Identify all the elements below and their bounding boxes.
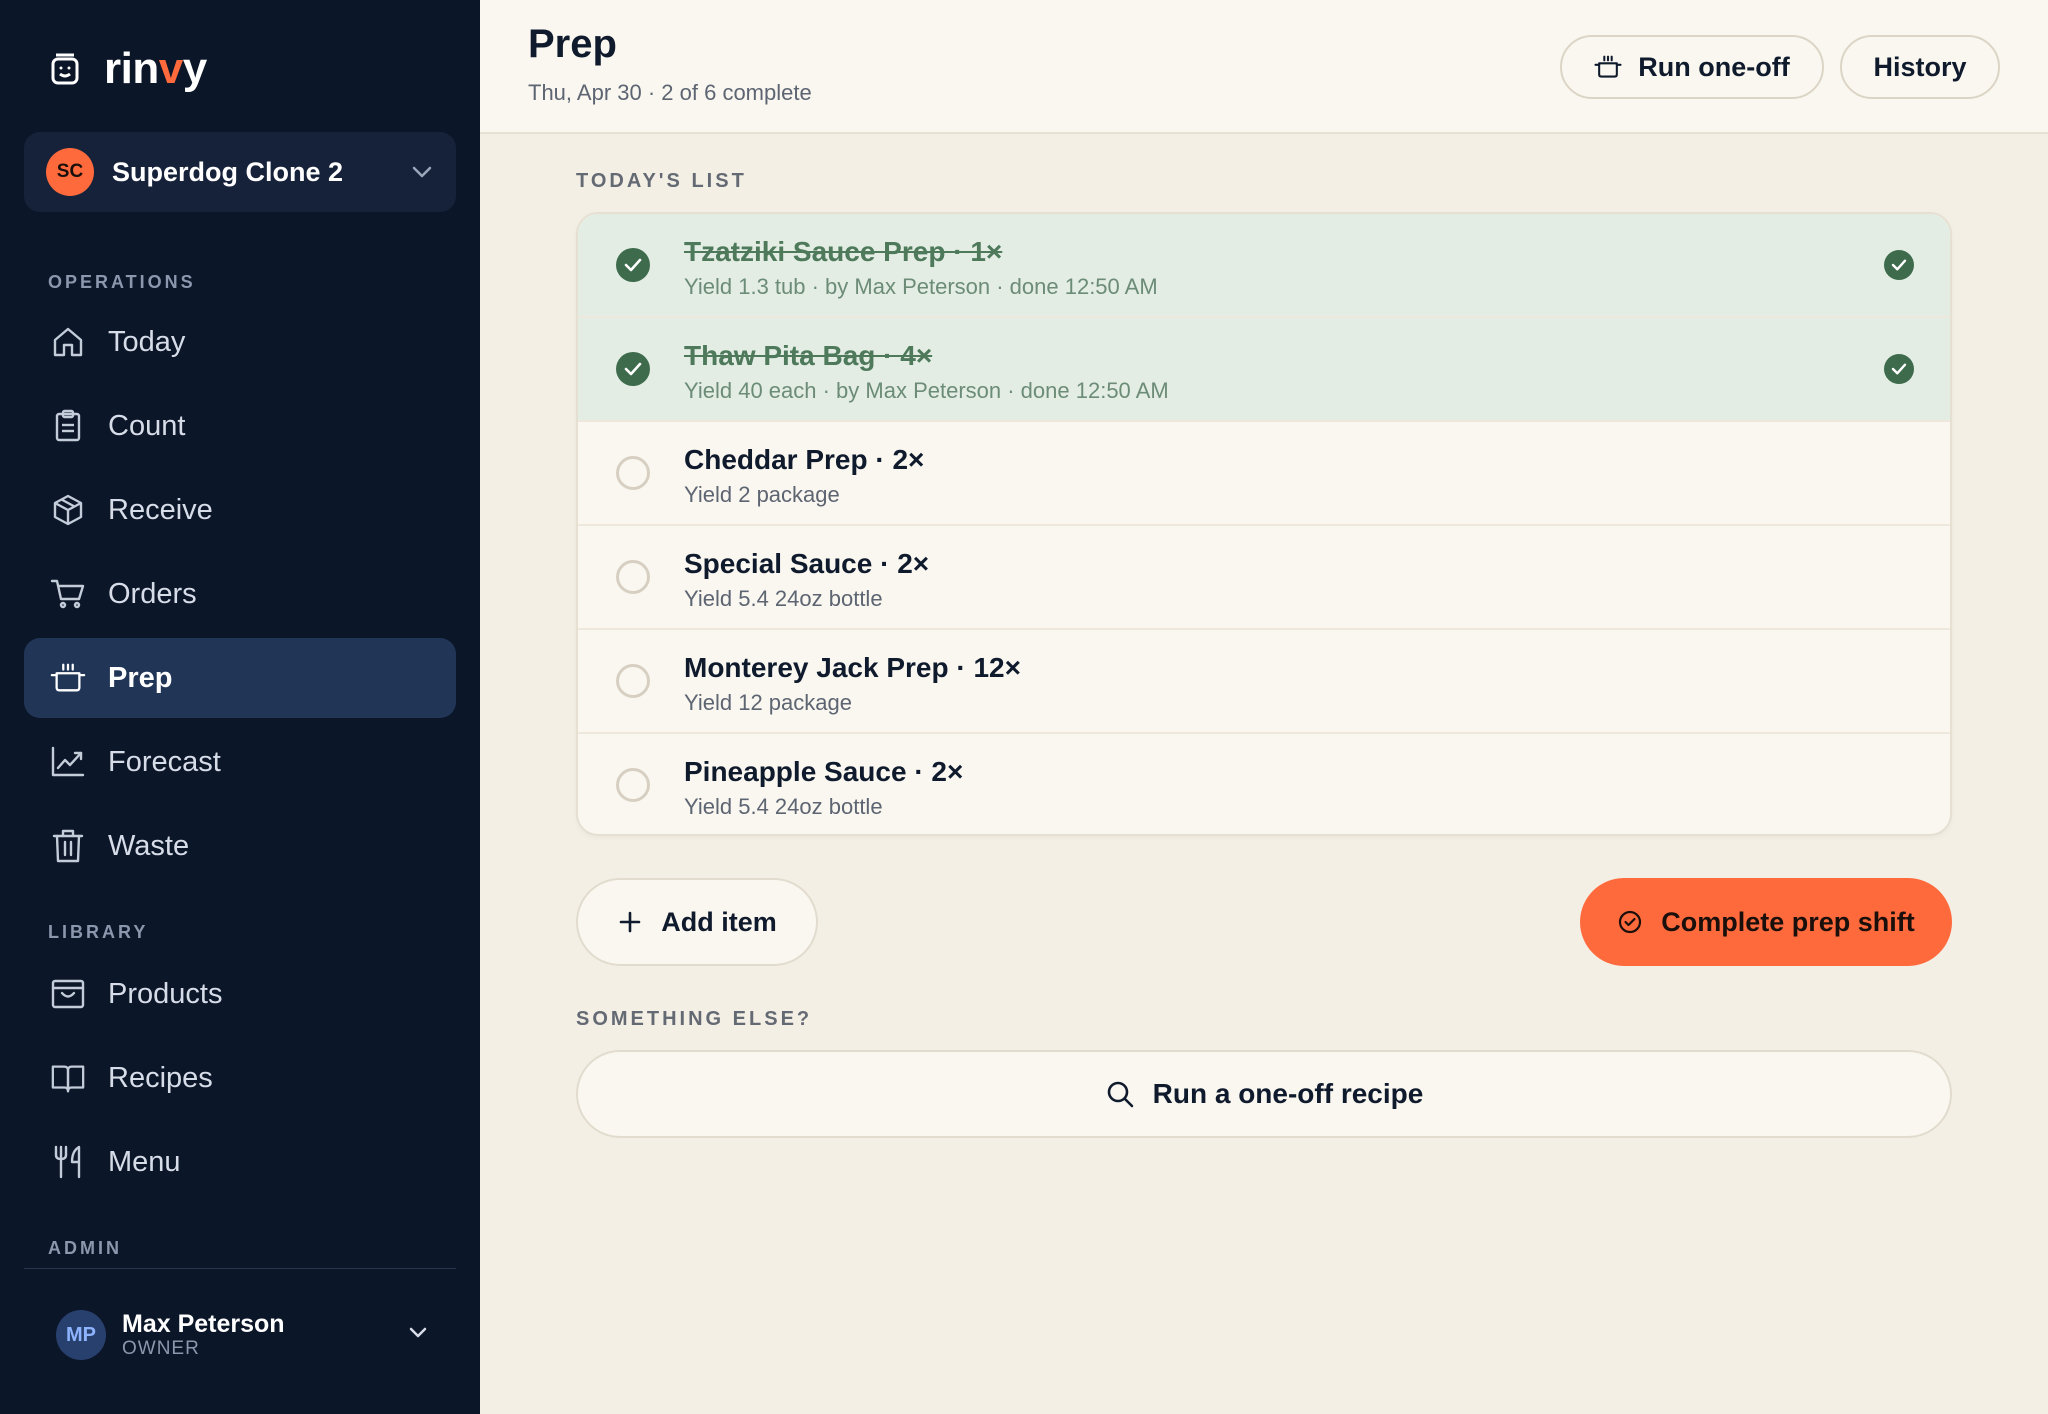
home-icon: [50, 324, 86, 360]
sidebar-item-label: Recipes: [108, 1061, 213, 1094]
brand-name: rinvy: [104, 44, 207, 93]
run-one-off-label: Run one-off: [1638, 51, 1790, 82]
cart-icon: [50, 576, 86, 612]
utensils-icon: [50, 1144, 86, 1180]
search-icon: [1105, 1079, 1135, 1109]
prep-list: Tzatziki Sauce Prep · 1× Yield 1.3 tub ·…: [576, 212, 1952, 836]
pot-icon: [50, 660, 86, 696]
item-subtitle: Yield 5.4 24oz bottle: [684, 794, 883, 819]
complete-prep-shift-label: Complete prep shift: [1661, 906, 1915, 937]
sidebar-item-label: Forecast: [108, 745, 221, 778]
list-item[interactable]: Cheddar Prep · 2× Yield 2 package: [578, 422, 1950, 526]
sidebar-item-label: Waste: [108, 829, 190, 862]
item-title: Thaw Pita Bag · 4×: [684, 340, 933, 371]
sidebar-divider: [24, 1268, 456, 1269]
list-item[interactable]: Special Sauce · 2× Yield 5.4 24oz bottle: [578, 526, 1950, 630]
list-item[interactable]: Pineapple Sauce · 2× Yield 5.4 24oz bott…: [578, 734, 1950, 834]
box-icon: [50, 492, 86, 528]
store-avatar: SC: [46, 148, 94, 196]
sidebar-item-label: Today: [108, 325, 186, 358]
checkbox[interactable]: [616, 456, 650, 490]
page-subtitle: Thu, Apr 30 · 2 of 6 complete: [528, 80, 812, 105]
store-name: Superdog Clone 2: [112, 156, 344, 187]
pot-icon: [1594, 53, 1622, 81]
product-box-icon: [50, 976, 86, 1012]
item-title: Monterey Jack Prep · 12×: [684, 652, 1021, 683]
sidebar-item-products[interactable]: Products: [24, 954, 456, 1034]
sidebar-item-waste[interactable]: Waste: [24, 806, 456, 886]
item-subtitle: Yield 5.4 24oz bottle: [684, 586, 883, 611]
clipboard-icon: [50, 408, 86, 444]
item-title: Pineapple Sauce · 2×: [684, 756, 964, 787]
sidebar-item-today[interactable]: Today: [24, 302, 456, 382]
sidebar-item-label: Count: [108, 409, 186, 442]
page-header: Prep Thu, Apr 30 · 2 of 6 complete Run o…: [480, 0, 2048, 134]
chevron-down-icon: [408, 1326, 428, 1345]
sidebar-item-menu[interactable]: Menu: [24, 1122, 456, 1202]
item-title: Tzatziki Sauce Prep · 1×: [684, 236, 1003, 267]
sidebar-item-label: Receive: [108, 493, 213, 526]
checkbox[interactable]: [616, 560, 650, 594]
sidebar-item-prep[interactable]: Prep: [24, 638, 456, 718]
sidebar-item-orders[interactable]: Orders: [24, 554, 456, 634]
checkbox-checked[interactable]: [616, 352, 650, 386]
brand[interactable]: rinvy: [48, 44, 207, 94]
section-operations: OPERATIONS: [48, 272, 196, 292]
section-admin: ADMIN: [48, 1238, 122, 1258]
complete-prep-shift-button[interactable]: Complete prep shift: [1580, 878, 1952, 966]
sidebar-item-label: Products: [108, 977, 223, 1010]
avatar: MP: [56, 1310, 106, 1360]
run-one-off-button[interactable]: Run one-off: [1560, 35, 1824, 99]
jar-icon: [48, 52, 82, 86]
add-item-label: Add item: [661, 906, 777, 937]
check-circle-icon: [1617, 909, 1643, 935]
sidebar-item-label: Menu: [108, 1145, 181, 1178]
sidebar-item-count[interactable]: Count: [24, 386, 456, 466]
item-title: Special Sauce · 2×: [684, 548, 930, 579]
user-role: OWNER: [122, 1338, 200, 1359]
store-switcher[interactable]: SC Superdog Clone 2: [24, 132, 456, 212]
list-item[interactable]: Monterey Jack Prep · 12× Yield 12 packag…: [578, 630, 1950, 734]
page-title: Prep: [528, 22, 617, 66]
sidebar-item-recipes[interactable]: Recipes: [24, 1038, 456, 1118]
item-subtitle: Yield 2 package: [684, 482, 840, 507]
list-item[interactable]: Tzatziki Sauce Prep · 1× Yield 1.3 tub ·…: [578, 214, 1950, 318]
plus-icon: [617, 909, 643, 935]
checkbox[interactable]: [616, 664, 650, 698]
section-library: LIBRARY: [48, 922, 149, 942]
user-name: Max Peterson: [122, 1310, 285, 1338]
chart-icon: [50, 744, 86, 780]
trash-icon: [50, 828, 86, 864]
item-title: Cheddar Prep · 2×: [684, 444, 925, 475]
run-one-off-recipe-button[interactable]: Run a one-off recipe: [576, 1050, 1952, 1138]
check-circle-icon: [1884, 250, 1914, 280]
sidebar-item-label: Prep: [108, 661, 173, 694]
item-subtitle: Yield 40 each · by Max Peterson · done 1…: [684, 378, 1169, 403]
history-label: History: [1873, 51, 1967, 82]
sidebar-item-forecast[interactable]: Forecast: [24, 722, 456, 802]
user-menu[interactable]: MP Max Peterson OWNER: [24, 1296, 456, 1374]
history-button[interactable]: History: [1840, 35, 2000, 99]
add-item-button[interactable]: Add item: [576, 878, 818, 966]
check-circle-icon: [1884, 354, 1914, 384]
list-item[interactable]: Thaw Pita Bag · 4× Yield 40 each · by Ma…: [578, 318, 1950, 422]
sidebar-item-label: Orders: [108, 577, 197, 610]
user-info: Max Peterson OWNER: [122, 1310, 408, 1360]
item-subtitle: Yield 1.3 tub · by Max Peterson · done 1…: [684, 274, 1158, 299]
book-icon: [50, 1060, 86, 1096]
run-one-off-recipe-label: Run a one-off recipe: [1152, 1078, 1424, 1109]
todays-list-heading: TODAY'S LIST: [576, 170, 747, 192]
chevron-down-icon: [410, 160, 434, 184]
sidebar: rinvy SC Superdog Clone 2 OPERATIONS Tod…: [0, 0, 480, 1414]
sidebar-item-receive[interactable]: Receive: [24, 470, 456, 550]
something-else-heading: SOMETHING ELSE?: [576, 1008, 813, 1030]
checkbox[interactable]: [616, 768, 650, 802]
item-subtitle: Yield 12 package: [684, 690, 852, 715]
checkbox-checked[interactable]: [616, 248, 650, 282]
